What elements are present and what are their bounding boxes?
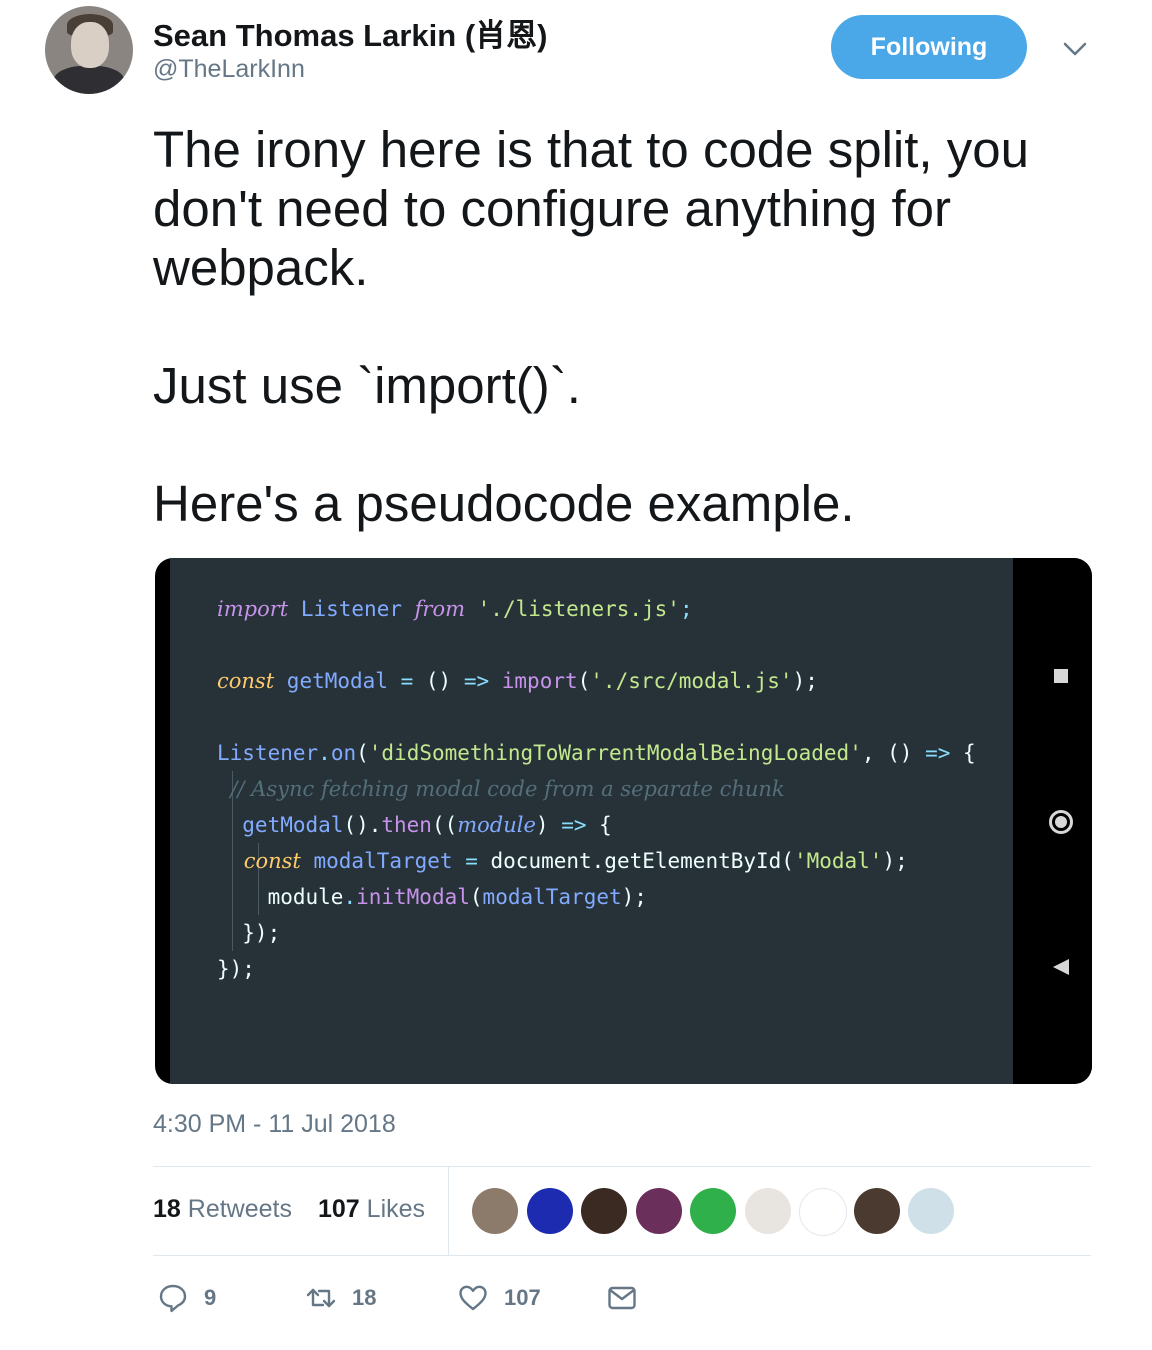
code-token: import: [217, 597, 289, 621]
code-token: 'didSomethingToWarrentModalBeingLoaded': [368, 741, 862, 765]
code-token: .: [343, 885, 357, 909]
code-token: Listener: [288, 597, 415, 621]
code-token: const: [217, 669, 275, 693]
envelope-icon: [608, 1286, 636, 1310]
tweet-timestamp[interactable]: 4:30 PM - 11 Jul 2018: [153, 1110, 396, 1139]
back-icon: [1053, 959, 1069, 975]
author-name[interactable]: Sean Thomas Larkin (肖恩): [153, 10, 547, 55]
code-token: './src/modal.js': [590, 669, 793, 693]
author-avatar[interactable]: [45, 6, 133, 94]
code-token: // Async fetching modal code from a sepa…: [217, 777, 785, 801]
code-token: {: [963, 741, 976, 765]
code-token: on: [330, 741, 357, 765]
retweets-stat[interactable]: 18 Retweets: [153, 1195, 292, 1224]
code-line: const modalTarget = document.getElementB…: [217, 843, 976, 879]
code-token: Listener: [217, 741, 319, 765]
reply-count: 9: [204, 1285, 217, 1310]
code-token: document.getElementById(: [490, 849, 794, 873]
code-token: =>: [912, 741, 964, 765]
code-token: initModal: [356, 885, 470, 909]
code-editor: import Listener from './listeners.js'; co…: [170, 558, 1013, 1084]
code-token: {: [599, 813, 612, 837]
code-line: module.initModal(modalTarget);: [217, 879, 976, 915]
code-token: (): [887, 741, 913, 765]
code-token: ): [535, 813, 549, 837]
code-token: );: [882, 849, 908, 873]
code-token: =: [387, 669, 426, 693]
code-line: });: [217, 915, 976, 951]
code-token: modalTarget: [482, 885, 622, 909]
direct-message-button[interactable]: [607, 1283, 653, 1313]
tweet-text: The irony here is that to code split, yo…: [153, 121, 1029, 532]
retweet-count: 18: [352, 1285, 377, 1310]
code-token: });: [217, 957, 255, 981]
code-line: // Async fetching modal code from a sepa…: [217, 771, 976, 807]
likes-label: Likes: [366, 1195, 426, 1223]
code-token: (: [469, 885, 483, 909]
heart-icon: [459, 1285, 487, 1311]
code-line: const getModal = () => import('./src/mod…: [217, 663, 976, 699]
tweet-media-code-screenshot[interactable]: import Listener from './listeners.js'; co…: [155, 558, 1092, 1084]
code-line: import Listener from './listeners.js';: [217, 591, 976, 627]
divider: [448, 1167, 449, 1255]
liker-avatar-7[interactable]: [799, 1188, 847, 1236]
code-token: .: [318, 741, 331, 765]
code-token: ;: [679, 597, 693, 621]
recents-icon: [1054, 669, 1068, 683]
divider: [153, 1166, 1091, 1167]
liker-avatar-5[interactable]: [690, 1188, 736, 1234]
reply-button[interactable]: 9: [158, 1283, 216, 1313]
code-token: module: [457, 813, 536, 837]
author-handle[interactable]: @TheLarkInn: [153, 55, 305, 84]
chevron-down-icon[interactable]: [1060, 36, 1090, 62]
retweet-icon: [306, 1288, 336, 1308]
code-token: getModal: [274, 669, 388, 693]
home-icon: [1049, 810, 1073, 834]
retweets-label: Retweets: [187, 1195, 292, 1223]
code-token: =>: [451, 669, 502, 693]
following-button[interactable]: Following: [831, 15, 1027, 79]
code-token: then: [381, 813, 432, 837]
code-token: );: [621, 885, 647, 909]
code-token: 'Modal': [793, 849, 883, 873]
like-button[interactable]: 107: [458, 1283, 541, 1313]
retweets-count: 18: [153, 1195, 181, 1223]
reply-icon: [159, 1284, 187, 1313]
code-token: (: [577, 669, 591, 693]
code-token: =: [452, 849, 491, 873]
liker-avatar-4[interactable]: [635, 1188, 682, 1234]
likes-stat[interactable]: 107 Likes: [318, 1195, 425, 1224]
code-token: import: [501, 669, 578, 693]
retweet-button[interactable]: 18: [306, 1283, 376, 1313]
like-count: 107: [504, 1285, 541, 1310]
code-token: =>: [548, 813, 600, 837]
liker-avatar-9[interactable]: [908, 1188, 954, 1234]
likes-count: 107: [318, 1195, 360, 1223]
code-token: './listeners.js': [465, 597, 680, 621]
code-token: );: [792, 669, 818, 693]
code-line: });: [217, 951, 976, 987]
code-token: (: [356, 741, 369, 765]
liker-avatar-8[interactable]: [853, 1188, 900, 1234]
liker-avatar-3[interactable]: [581, 1188, 627, 1234]
code-token: });: [217, 921, 281, 945]
liker-avatar-2[interactable]: [526, 1188, 573, 1234]
liker-avatar-1[interactable]: [472, 1188, 518, 1234]
code-token: module: [217, 885, 344, 909]
code-token: from: [414, 597, 466, 621]
code-token: const: [217, 849, 301, 873]
liker-avatar-6[interactable]: [744, 1188, 791, 1234]
divider: [153, 1255, 1091, 1256]
code-token: ,: [861, 741, 888, 765]
code-block: import Listener from './listeners.js'; co…: [217, 591, 976, 987]
code-line: Listener.on('didSomethingToWarrentModalB…: [217, 735, 976, 771]
code-token: ().: [343, 813, 382, 837]
code-token: getModal: [217, 813, 344, 837]
code-token: (): [425, 669, 452, 693]
code-line: getModal().then((module) => {: [217, 807, 976, 843]
code-token: ((: [431, 813, 458, 837]
code-token: modalTarget: [300, 849, 453, 873]
